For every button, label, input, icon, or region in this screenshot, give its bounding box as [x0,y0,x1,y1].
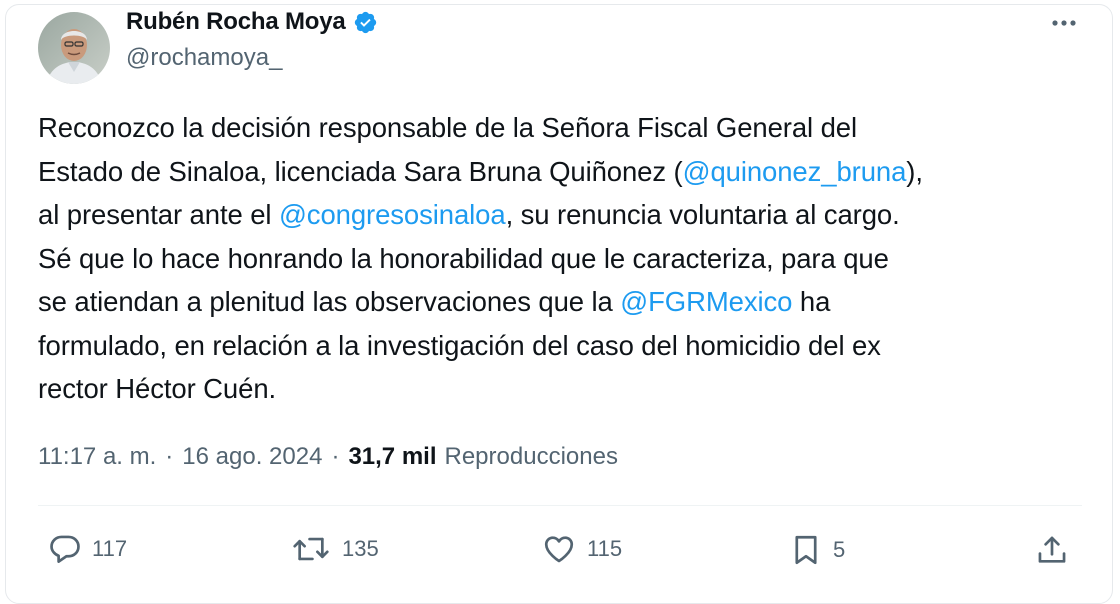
share-button[interactable] [1035,532,1069,568]
reply-button[interactable]: 117 [48,532,127,566]
views-label: Reproducciones [444,443,618,470]
author-handle[interactable]: @rochamoya_ [126,44,282,72]
avatar-image [38,12,110,84]
avatar[interactable] [38,12,110,84]
tweet-text-segment: ), [906,155,923,187]
meta-separator: · [165,443,174,470]
more-options-icon[interactable] [1047,12,1081,34]
repost-icon [293,537,329,561]
tweet-text-segment: Estado de Sinaloa, licenciada Sara Bruna… [38,155,683,187]
tweet-date[interactable]: 16 ago. 2024 [182,443,322,471]
tweet-text-line: Reconozco la decisión responsable de la … [38,106,1098,150]
tweet-text-segment: , su renuncia voluntaria al cargo. [505,199,900,230]
divider [38,505,1082,506]
mention-link[interactable]: @congresosinaloa [279,199,506,230]
views-count: 31,7 mil [348,443,437,470]
tweet-text-segment: Sé que lo hace honrando la honorabilidad… [38,242,889,274]
author-display-name[interactable]: Rubén Rocha Moya [126,8,346,36]
tweet-text-line: Sé que lo hace honrando la honorabilidad… [38,237,1098,281]
repost-button[interactable]: 135 [290,532,379,566]
tweet-text-line: Estado de Sinaloa, licenciada Sara Bruna… [38,150,1098,194]
tweet-text-line: se atiendan a plenitud las observaciones… [38,280,1098,324]
tweet-text-segment: Reconozco la decisión responsable de la … [38,112,857,143]
tweet-text-line: al presentar ante el @congresosinaloa, s… [38,193,1098,237]
verified-badge-icon [354,11,376,33]
reply-count: 117 [92,536,128,561]
reply-icon [50,535,80,563]
like-button[interactable]: 115 [541,532,622,566]
mention-link[interactable]: @FGRMexico [620,286,792,317]
tweet-meta: 11:17 a. m. · 16 ago. 2024 · 31,7 mil Re… [38,443,618,471]
author-name-row: Rubén Rocha Moya [126,8,378,36]
tweet-text-segment: al presentar ante el [38,199,279,230]
tweet-text-line: formulado, en relación a la investigació… [38,324,1098,368]
bookmark-icon [795,535,817,565]
mention-link[interactable]: @quinonez_bruna [683,156,907,187]
bookmark-button[interactable]: 5 [789,532,845,568]
tweet-text-line: rector Héctor Cuén. [38,367,1098,411]
like-icon [544,536,574,563]
tweet-text-segment: rector Héctor Cuén. [38,373,277,404]
tweet-text-segment: se atiendan a plenitud las observaciones… [38,286,621,317]
tweet-text: Reconozco la decisión responsable de la … [38,106,1098,411]
like-count: 115 [587,536,623,561]
tweet-time[interactable]: 11:17 a. m. [38,443,156,471]
tweet-text-segment: formulado, en relación a la investigació… [38,329,881,361]
repost-count: 135 [342,536,379,561]
bookmark-count: 5 [833,537,846,562]
share-icon [1038,536,1066,563]
meta-separator: · [331,443,340,470]
tweet-text-segment: ha [792,286,831,317]
